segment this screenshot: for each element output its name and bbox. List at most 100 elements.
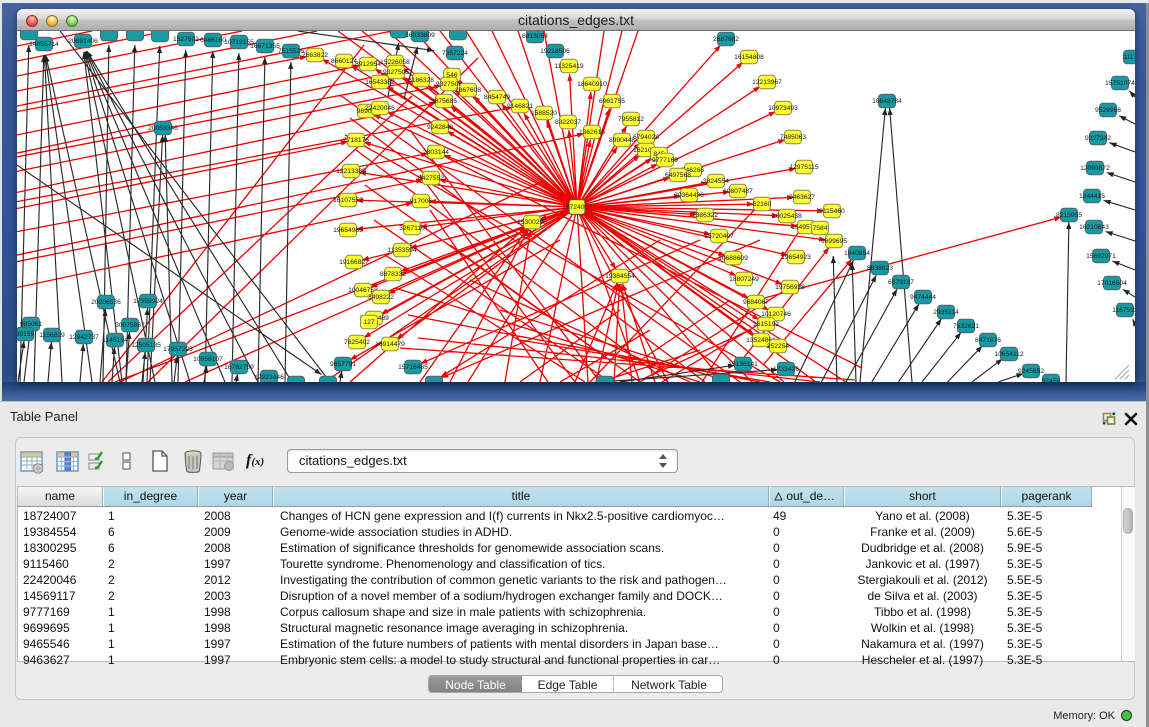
- svg-text:17016504: 17016504: [1097, 280, 1127, 287]
- svg-text:9146821: 9146821: [507, 103, 533, 110]
- svg-text:12505135: 12505135: [131, 342, 161, 349]
- svg-text:127: 127: [363, 319, 374, 326]
- svg-text:8454749: 8454749: [484, 94, 510, 101]
- svg-text:7515526: 7515526: [278, 48, 304, 55]
- svg-text:12923446: 12923446: [254, 374, 284, 381]
- svg-text:19166827: 19166827: [339, 259, 369, 266]
- svg-text:1588520: 1588520: [531, 110, 557, 117]
- svg-text:20206536: 20206536: [91, 299, 121, 306]
- svg-text:12942737: 12942737: [69, 334, 99, 341]
- svg-text:16210643: 16210643: [1079, 224, 1109, 231]
- svg-text:16154808: 16154808: [734, 54, 764, 61]
- svg-text:7485063: 7485063: [780, 134, 806, 141]
- svg-text:1244415: 1244415: [1079, 193, 1105, 200]
- svg-text:22420046: 22420046: [365, 105, 395, 112]
- svg-text:1615192: 1615192: [753, 321, 779, 328]
- svg-text:6794028: 6794028: [633, 134, 659, 141]
- svg-text:12975115: 12975115: [789, 164, 819, 171]
- svg-text:11353594: 11353594: [387, 247, 417, 254]
- svg-text:9699695: 9699695: [821, 238, 847, 245]
- svg-text:20691406: 20691406: [68, 38, 98, 45]
- svg-text:12213967: 12213967: [752, 79, 782, 86]
- svg-text:7955812: 7955812: [618, 116, 644, 123]
- svg-text:9245652: 9245652: [1018, 368, 1044, 375]
- svg-text:1156829: 1156829: [39, 332, 65, 339]
- svg-text:16543382: 16543382: [365, 79, 395, 86]
- svg-text:2718176: 2718176: [343, 137, 369, 144]
- svg-text:8912954: 8912954: [355, 61, 381, 68]
- svg-text:16671355: 16671355: [250, 43, 280, 50]
- svg-text:10688609: 10688609: [718, 255, 748, 262]
- svg-text:17359924: 17359924: [133, 298, 163, 305]
- svg-text:8471676: 8471676: [975, 337, 1001, 344]
- svg-text:16914479: 16914479: [375, 341, 405, 348]
- svg-text:10025438: 10025438: [772, 213, 802, 220]
- svg-text:12093872: 12093872: [1080, 165, 1110, 172]
- svg-text:7663822: 7663822: [302, 52, 328, 59]
- svg-text:7584: 7584: [813, 225, 828, 232]
- svg-text:1527602: 1527602: [173, 36, 199, 43]
- svg-text:7386322: 7386322: [692, 212, 718, 219]
- svg-text:8215955: 8215955: [1056, 212, 1082, 219]
- svg-text:9463627: 9463627: [789, 194, 815, 201]
- svg-text:16648784: 16648784: [872, 98, 902, 105]
- svg-text:9529966: 9529966: [1095, 107, 1121, 114]
- svg-text:10973493: 10973493: [768, 105, 798, 112]
- svg-text:62160: 62160: [753, 201, 772, 208]
- svg-text:14055714: 14055714: [29, 41, 59, 48]
- svg-text:9474444: 9474444: [910, 294, 936, 301]
- svg-text:1733426: 1733426: [773, 366, 799, 373]
- svg-text:2867608: 2867608: [455, 87, 481, 94]
- svg-text:8938923: 8938923: [867, 265, 893, 272]
- svg-text:17957223: 17957223: [163, 346, 193, 353]
- svg-text:7625402: 7625402: [344, 339, 370, 346]
- svg-text:18724007: 18724007: [562, 204, 592, 211]
- svg-text:6879197: 6879197: [888, 279, 914, 286]
- svg-text:10654112: 10654112: [994, 351, 1024, 358]
- svg-text:39159: 39159: [17, 331, 35, 338]
- svg-text:9227342: 9227342: [1085, 135, 1111, 142]
- svg-text:11325419: 11325419: [554, 63, 584, 70]
- svg-text:19756928: 19756928: [775, 284, 805, 291]
- svg-text:19654923: 19654923: [781, 254, 811, 261]
- svg-text:7357224: 7357224: [442, 50, 468, 57]
- svg-text:12213389: 12213389: [336, 168, 366, 175]
- svg-text:1362615: 1362615: [579, 129, 605, 136]
- svg-text:16033809: 16033809: [405, 32, 435, 39]
- svg-text:8322037: 8322037: [555, 119, 581, 126]
- svg-text:6497568: 6497568: [665, 172, 691, 179]
- svg-text:9242848: 9242848: [427, 124, 453, 131]
- svg-text:8427552: 8427552: [418, 175, 444, 182]
- svg-text:252254: 252254: [767, 343, 790, 350]
- svg-text:19384554: 19384554: [605, 273, 635, 280]
- svg-text:1640954: 1640954: [844, 250, 870, 257]
- svg-text:8660124: 8660124: [331, 58, 357, 65]
- svg-text:20364436: 20364436: [674, 192, 704, 199]
- svg-text:15300295: 15300295: [517, 219, 547, 226]
- svg-text:3824554: 3824554: [703, 178, 729, 185]
- svg-text:3267110: 3267110: [399, 225, 425, 232]
- svg-text:3875685: 3875685: [431, 98, 457, 105]
- svg-text:30975867: 30975867: [115, 322, 145, 329]
- svg-text:6466160: 6466160: [200, 37, 226, 44]
- svg-text:19218506: 19218506: [540, 48, 570, 55]
- svg-text:16782759: 16782759: [224, 364, 254, 371]
- svg-text:917006: 917006: [410, 198, 433, 205]
- svg-text:10807487: 10807487: [723, 188, 753, 195]
- svg-text:16107552: 16107552: [333, 197, 363, 204]
- svg-text:15136141: 15136141: [728, 361, 758, 368]
- svg-text:8878332: 8878332: [380, 271, 406, 278]
- svg-text:92456: 92456: [1042, 378, 1061, 382]
- svg-text:15692971: 15692971: [1086, 253, 1116, 260]
- svg-text:1167533: 1167533: [1112, 307, 1135, 314]
- svg-text:3498222: 3498222: [368, 294, 394, 301]
- svg-text:10958107: 10958107: [193, 356, 223, 363]
- svg-text:18807249: 18807249: [729, 276, 759, 283]
- svg-text:7632621: 7632621: [953, 323, 979, 330]
- svg-text:20053346: 20053346: [148, 125, 178, 132]
- svg-text:1145194: 1145194: [102, 337, 128, 344]
- svg-text:18640910: 18640910: [577, 81, 607, 88]
- svg-text:9657791: 9657791: [330, 361, 356, 368]
- svg-text:15716485: 15716485: [398, 364, 428, 371]
- svg-text:19654985: 19654985: [333, 227, 363, 234]
